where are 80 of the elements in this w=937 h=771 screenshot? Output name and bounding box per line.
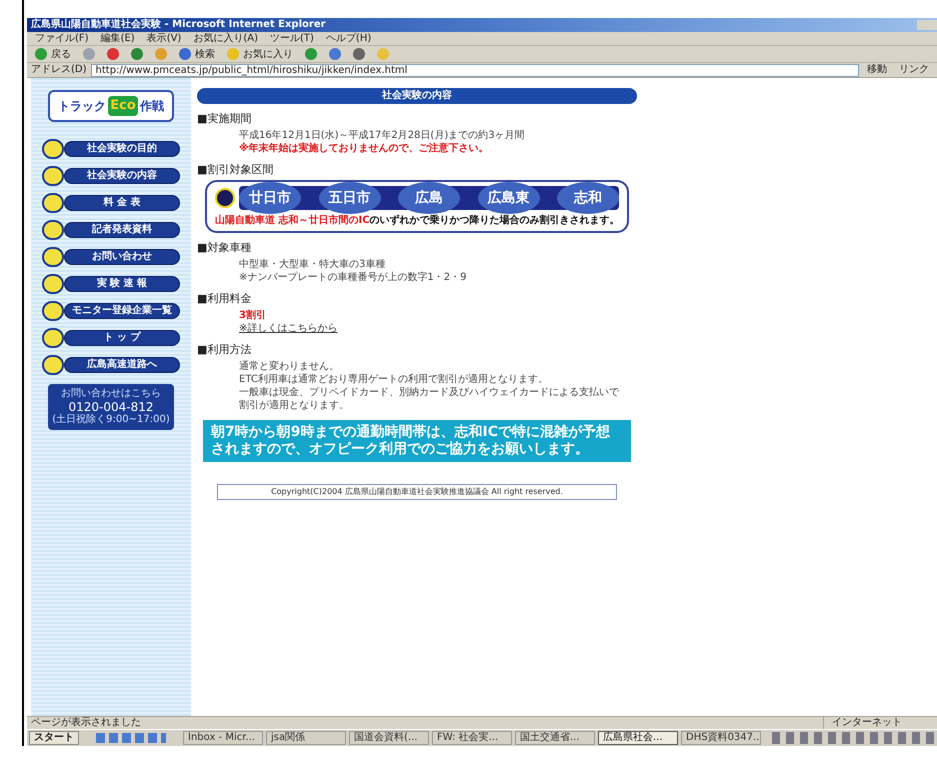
taskbar-task[interactable]: 国道会資料(...	[349, 731, 429, 745]
mascot-icon	[42, 300, 64, 320]
section-text: ※年末年始は実施しておりませんので、ご注意下さい。	[239, 142, 490, 155]
mascot-icon	[42, 328, 64, 348]
toolbar-icon	[83, 48, 95, 60]
route-badge-icon	[215, 188, 235, 208]
station-label: 廿日市	[239, 182, 301, 214]
taskbar-task[interactable]: Inbox - Micr...	[183, 731, 263, 745]
go-button[interactable]: 移動	[863, 64, 891, 76]
section-text: 3割引	[239, 309, 267, 322]
page-header: 社会実験の内容	[197, 88, 637, 104]
taskbar-task[interactable]: DHS資料0347...	[681, 731, 761, 745]
taskbar-task[interactable]: jsa関係	[266, 731, 346, 745]
sidebar-nav-button[interactable]: お問い合わせ	[64, 248, 180, 264]
mascot-icon	[42, 274, 64, 294]
toolbar-button[interactable]: 戻る	[31, 46, 75, 62]
menu-item[interactable]: 編集(E)	[100, 32, 135, 44]
menu-item[interactable]: ツール(T)	[270, 32, 314, 44]
toolbar-button[interactable]: 検索	[175, 46, 219, 62]
station-label: 広島	[398, 182, 460, 214]
contact-text: お問い合わせはこちら	[61, 388, 161, 400]
section-text: 通常と変わりません。	[239, 360, 340, 373]
sidebar-nav-button[interactable]: 社会実験の目的	[64, 140, 180, 156]
toolbar-icon	[155, 48, 167, 60]
site-logo: トラック Eco 作戦	[48, 90, 174, 122]
mascot-icon	[42, 354, 64, 374]
section-text: 一般車は現金、プリペイドカード、別納カード及びハイウェイカードによる支払いで	[239, 386, 620, 399]
toolbar-button[interactable]: お気に入り	[223, 46, 297, 62]
station-label: 五日市	[318, 182, 380, 214]
start-button[interactable]: スタート	[29, 731, 79, 745]
toolbar-icon	[329, 48, 341, 60]
toolbar-icon	[305, 48, 317, 60]
toolbar-icon	[35, 48, 47, 60]
mascot-icon	[42, 166, 64, 186]
section-heading: ■利用方法	[197, 343, 252, 357]
congestion-banner: 朝7時から朝9時までの通勤時間帯は、志和ICで特に混雑が予想されますので、オフピーク利用でのご協力をお願いします。	[203, 420, 631, 462]
menu-item[interactable]: お気に入り(A)	[193, 32, 258, 44]
mascot-icon	[42, 220, 64, 240]
toolbar-icon	[377, 48, 389, 60]
copyright-footer: Copyright(C)2004 広島県山陽自動車道社会実験推進協議会 All right reserved.	[217, 484, 617, 500]
section-heading: ■割引対象区間	[197, 163, 274, 177]
toolbar-icon	[179, 48, 191, 60]
contact-text: 0120-004-812	[68, 400, 154, 414]
section-text: ※ナンバープレートの車種番号が上の数字1・2・9	[239, 271, 468, 284]
quick-launch-icon	[96, 733, 166, 743]
menu-item[interactable]: ファイル(F)	[35, 32, 89, 44]
menu-item[interactable]: ヘルプ(H)	[326, 32, 372, 44]
section-heading: ■実施期間	[197, 112, 252, 126]
status-text: ページが表示されました	[31, 717, 142, 729]
window-title: 広島県山陽自動車道社会実験 - Microsoft Internet Explorer	[31, 19, 327, 31]
mascot-icon	[42, 192, 64, 212]
sidebar-nav-button[interactable]: 社会実験の内容	[64, 168, 180, 184]
sidebar-nav-button[interactable]: 実 験 速 報	[64, 276, 180, 292]
station-label: 広島東	[478, 182, 540, 214]
section-heading: ■対象車種	[197, 241, 252, 255]
route-note: 山陽自動車道 志和～廿日市間のICのいずれかで乗りかつ降りた場合のみ割引きされます。	[215, 214, 619, 227]
sidebar-nav-button[interactable]: モニター登録企業一覧	[64, 302, 180, 318]
links-button[interactable]: リンク	[895, 64, 933, 76]
sidebar-nav-button[interactable]: 記者発表資料	[64, 222, 180, 238]
section-text: 割引が適用となります。	[239, 399, 350, 412]
contact-text: (土日祝除く9:00~17:00)	[52, 414, 170, 426]
toolbar-icon	[131, 48, 143, 60]
mascot-icon	[42, 138, 64, 158]
system-tray-icon	[772, 732, 935, 744]
sidebar-nav-button[interactable]: ト ッ プ	[64, 330, 180, 346]
toolbar-icon	[107, 48, 119, 60]
section-text: ETC利用車は通常どおり専用ゲートの利用で割引が適用となります。	[239, 373, 549, 386]
detail-link[interactable]: ※詳しくはこちらから	[239, 322, 637, 335]
address-label: アドレス(D)	[31, 64, 87, 76]
toolbar-icon	[227, 48, 239, 60]
sidebar-nav-button[interactable]: 料 金 表	[64, 194, 180, 210]
mascot-icon	[42, 246, 64, 266]
section-text: 中型車・大型車・特大車の3車種	[239, 258, 386, 271]
section-heading: ■利用料金	[197, 292, 252, 306]
station-label: 志和	[557, 182, 619, 214]
address-field[interactable]: http://www.pmceats.jp/public_html/hiroshiku/jikken/index.html	[90, 64, 859, 76]
menu-item[interactable]: 表示(V)	[146, 32, 182, 44]
toolbar-icon	[353, 48, 365, 60]
section-text: 平成16年12月1日(水)～平成17年2月28日(月)までの約3ヶ月間	[239, 129, 526, 142]
sidebar-nav-button[interactable]: 広島高速道路へ	[64, 356, 180, 372]
